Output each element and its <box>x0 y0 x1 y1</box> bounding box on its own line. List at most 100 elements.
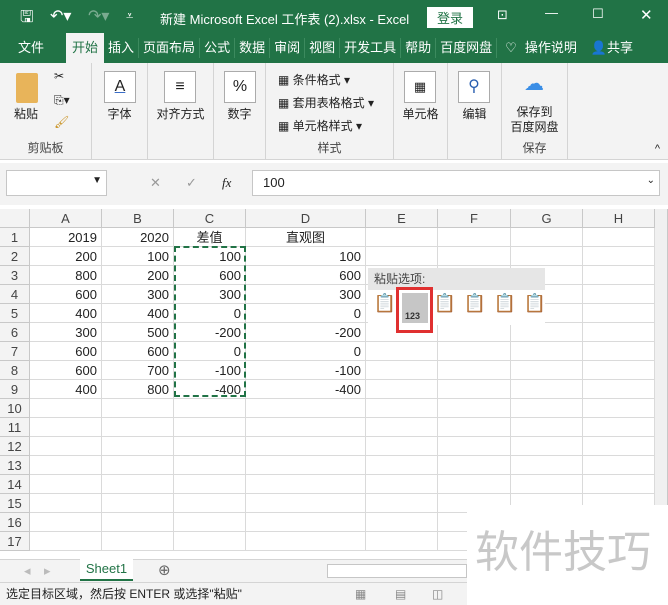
cell[interactable] <box>102 437 174 456</box>
number-group[interactable]: % 数字 <box>214 63 266 160</box>
cell[interactable] <box>583 342 655 361</box>
tab-help[interactable]: 帮助 <box>401 38 437 58</box>
cell[interactable]: 600 <box>30 361 102 380</box>
cell[interactable] <box>438 475 511 494</box>
page-break-icon[interactable]: ◫ <box>432 583 443 605</box>
cell[interactable] <box>366 380 438 399</box>
cell[interactable] <box>511 247 583 266</box>
cell[interactable] <box>30 399 102 418</box>
cell[interactable] <box>583 418 655 437</box>
horizontal-scrollbar[interactable] <box>327 564 467 578</box>
minimize-icon[interactable]: — <box>545 5 558 20</box>
format-painter-icon[interactable]: 🖌 <box>54 115 69 129</box>
cell[interactable] <box>246 456 366 475</box>
column-header[interactable]: A <box>30 209 102 228</box>
tell-me[interactable]: 操作说明 <box>521 38 581 58</box>
row-header[interactable]: 14 <box>0 475 30 494</box>
cell[interactable] <box>366 228 438 247</box>
row-header[interactable]: 3 <box>0 266 30 285</box>
cell[interactable] <box>366 399 438 418</box>
cell[interactable] <box>438 456 511 475</box>
alignment-group[interactable]: ≡ 对齐方式 <box>148 63 214 160</box>
cell[interactable] <box>366 475 438 494</box>
column-header[interactable]: E <box>366 209 438 228</box>
cell[interactable] <box>583 228 655 247</box>
chevron-down-icon[interactable]: ▼ <box>92 175 102 186</box>
tab-page-layout[interactable]: 页面布局 <box>139 38 201 58</box>
cell[interactable] <box>246 437 366 456</box>
cell[interactable] <box>102 399 174 418</box>
cell[interactable]: 100 <box>102 247 174 266</box>
row-header[interactable]: 1 <box>0 228 30 247</box>
paste-formatting-icon[interactable]: 📋 <box>492 293 518 323</box>
row-header[interactable]: 9 <box>0 380 30 399</box>
tab-data[interactable]: 数据 <box>235 38 271 58</box>
cell[interactable] <box>30 513 102 532</box>
cell[interactable] <box>438 342 511 361</box>
cell[interactable] <box>583 266 655 285</box>
customize-icon[interactable]: ⩡ <box>126 8 133 24</box>
cell[interactable] <box>511 361 583 380</box>
tab-baidu[interactable]: 百度网盘 <box>436 38 498 58</box>
cell[interactable] <box>246 475 366 494</box>
add-sheet-icon[interactable]: ⊕ <box>158 561 171 579</box>
cell[interactable] <box>366 513 438 532</box>
cell[interactable] <box>30 475 102 494</box>
normal-view-icon[interactable]: ▦ <box>355 583 366 605</box>
cell[interactable] <box>174 494 246 513</box>
cell[interactable] <box>246 532 366 551</box>
cell[interactable]: 0 <box>246 304 366 323</box>
cell[interactable]: 0 <box>246 342 366 361</box>
cell[interactable] <box>583 380 655 399</box>
cell[interactable]: 200 <box>30 247 102 266</box>
insert-function-button[interactable]: fx <box>222 175 231 191</box>
paste-button[interactable]: 粘贴 <box>14 105 38 122</box>
cell[interactable]: 600 <box>30 285 102 304</box>
cell[interactable] <box>438 361 511 380</box>
page-layout-icon[interactable]: ▤ <box>395 583 406 605</box>
cell[interactable] <box>583 247 655 266</box>
cell[interactable]: 800 <box>102 380 174 399</box>
row-header[interactable]: 6 <box>0 323 30 342</box>
cell[interactable] <box>366 361 438 380</box>
cell[interactable] <box>511 456 583 475</box>
cell[interactable] <box>366 437 438 456</box>
cell[interactable]: 400 <box>102 304 174 323</box>
cell[interactable]: 600 <box>102 342 174 361</box>
ribbon-display-icon[interactable]: ⊡ <box>497 7 508 23</box>
cell[interactable] <box>511 475 583 494</box>
row-header[interactable]: 15 <box>0 494 30 513</box>
copy-icon[interactable]: ⎘▾ <box>54 93 70 108</box>
format-table-button[interactable]: ▦ 套用表格格式 ▾ <box>278 94 374 111</box>
collapse-ribbon-icon[interactable]: ^ <box>655 143 660 155</box>
cell[interactable] <box>583 323 655 342</box>
column-header[interactable]: C <box>174 209 246 228</box>
cell[interactable] <box>246 399 366 418</box>
name-box[interactable]: ▼ <box>6 170 107 196</box>
cell[interactable] <box>246 513 366 532</box>
cell[interactable] <box>583 399 655 418</box>
cell[interactable] <box>174 456 246 475</box>
cell[interactable]: 2020 <box>102 228 174 247</box>
cell[interactable] <box>366 456 438 475</box>
paste-icon[interactable] <box>16 73 38 103</box>
maximize-icon[interactable]: ☐ <box>592 6 604 22</box>
cut-icon[interactable]: ✂ <box>54 69 64 83</box>
expand-formula-icon[interactable]: ⌄ <box>647 175 655 186</box>
cell[interactable]: 700 <box>102 361 174 380</box>
cell[interactable]: 600 <box>30 342 102 361</box>
cell[interactable] <box>511 323 583 342</box>
tab-developer[interactable]: 开发工具 <box>340 38 402 58</box>
cell[interactable] <box>583 437 655 456</box>
cell[interactable] <box>30 418 102 437</box>
cancel-icon[interactable]: ✕ <box>150 175 161 191</box>
cell[interactable] <box>246 494 366 513</box>
cell[interactable]: 500 <box>102 323 174 342</box>
row-header[interactable]: 5 <box>0 304 30 323</box>
cell[interactable] <box>366 532 438 551</box>
cell[interactable]: 300 <box>246 285 366 304</box>
cell[interactable] <box>511 437 583 456</box>
cell[interactable] <box>174 418 246 437</box>
cell[interactable] <box>511 399 583 418</box>
sheet-tab-sheet1[interactable]: Sheet1 <box>80 559 133 581</box>
